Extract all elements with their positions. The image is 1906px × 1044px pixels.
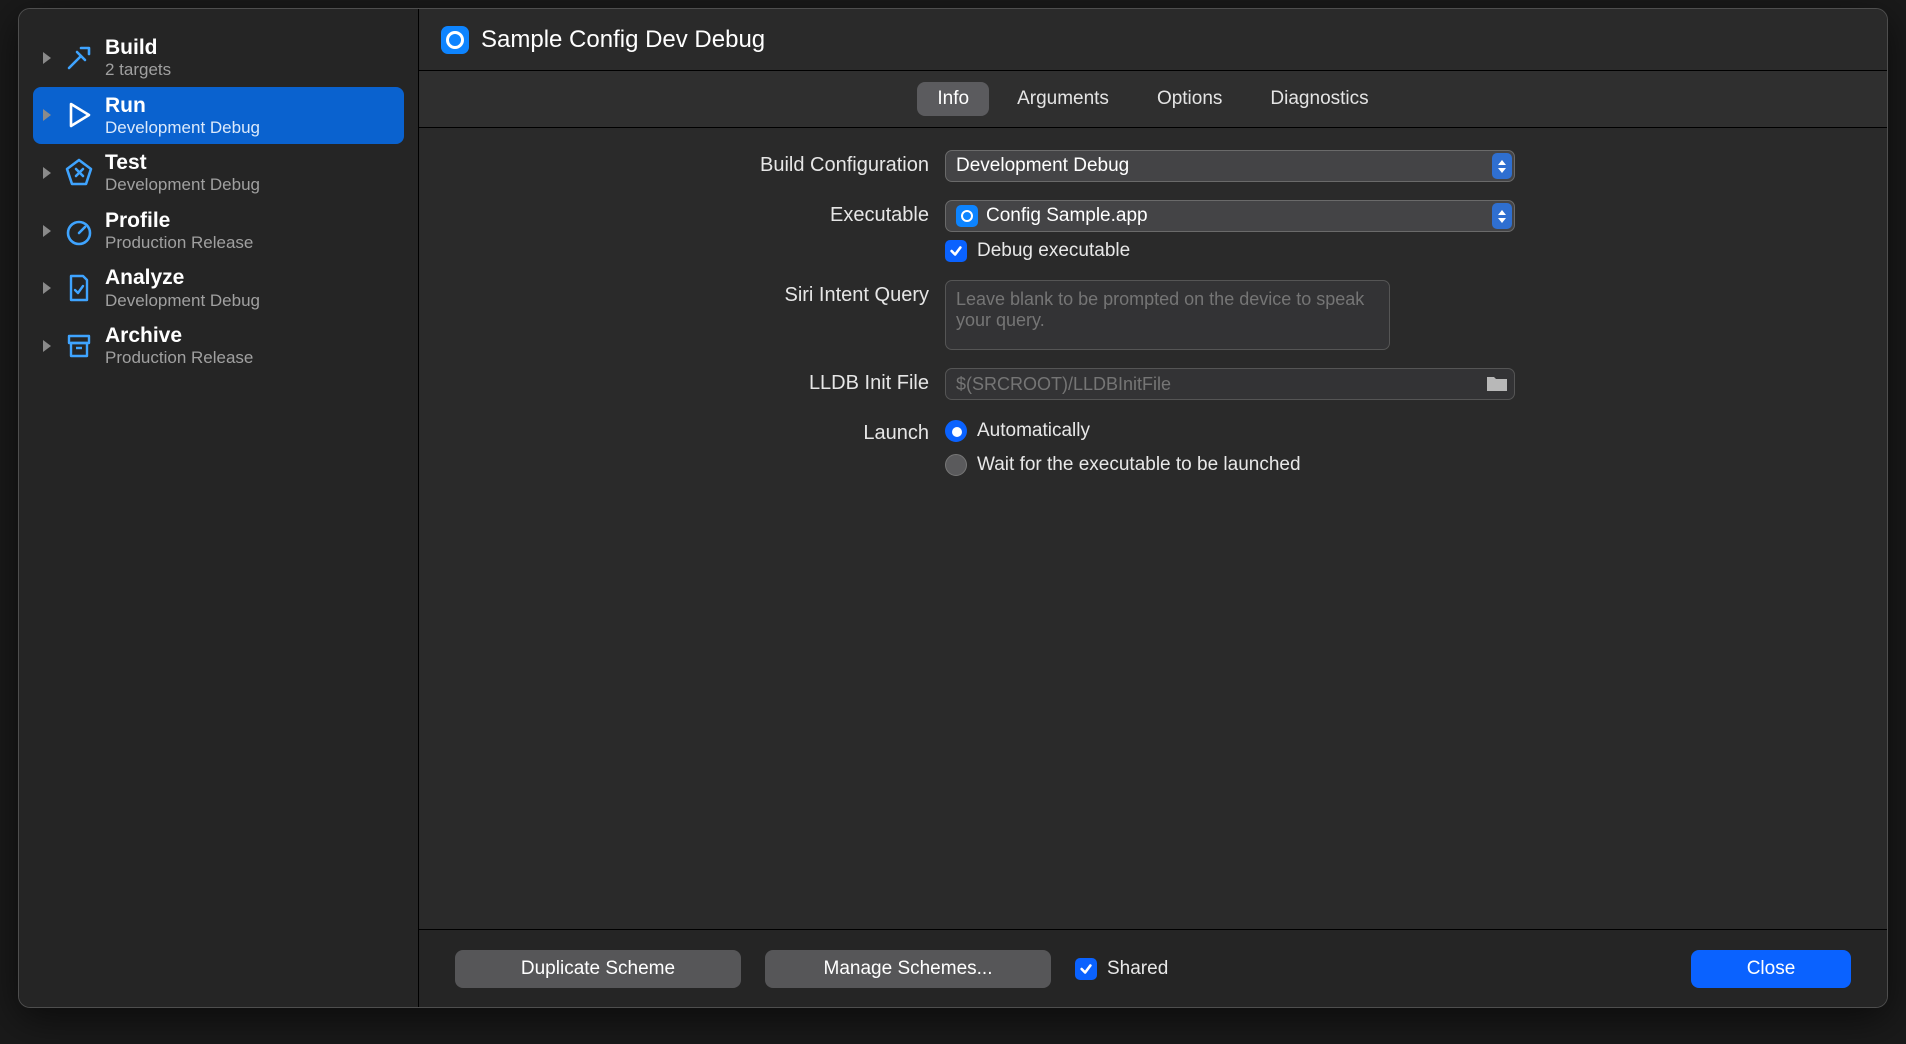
document-check-icon: [61, 270, 97, 306]
sidebar-item-run[interactable]: Run Development Debug: [33, 87, 404, 145]
manage-schemes-button[interactable]: Manage Schemes...: [765, 950, 1051, 988]
tab-bar: Info Arguments Options Diagnostics: [419, 71, 1887, 128]
scheme-editor-sheet: Build 2 targets Run Development Debug: [18, 8, 1888, 1008]
launch-label: Launch: [459, 418, 929, 445]
sidebar-item-profile[interactable]: Profile Production Release: [33, 202, 404, 260]
launch-automatically-label: Automatically: [977, 420, 1090, 442]
folder-icon[interactable]: [1485, 372, 1509, 394]
sidebar-item-sublabel: Production Release: [105, 348, 253, 368]
disclosure-icon[interactable]: [41, 167, 53, 179]
disclosure-icon[interactable]: [41, 52, 53, 64]
archive-box-icon: [61, 328, 97, 364]
app-target-icon: [956, 205, 978, 227]
build-configuration-label: Build Configuration: [459, 150, 929, 177]
sidebar-item-analyze[interactable]: Analyze Development Debug: [33, 259, 404, 317]
play-icon: [61, 97, 97, 133]
sheet-footer: Duplicate Scheme Manage Schemes... Share…: [419, 929, 1887, 1007]
sidebar-item-label: Test: [105, 150, 260, 175]
executable-value: Config Sample.app: [986, 205, 1148, 227]
scheme-title-bar: Sample Config Dev Debug: [419, 9, 1887, 71]
executable-popup[interactable]: Config Sample.app: [945, 200, 1515, 232]
close-button[interactable]: Close: [1691, 950, 1851, 988]
siri-intent-textarea[interactable]: [945, 280, 1390, 350]
main-panel: Sample Config Dev Debug Info Arguments O…: [419, 9, 1887, 1007]
hammer-icon: [61, 40, 97, 76]
siri-intent-label: Siri Intent Query: [459, 280, 929, 307]
sidebar-item-archive[interactable]: Archive Production Release: [33, 317, 404, 375]
scheme-name: Sample Config Dev Debug: [481, 26, 765, 54]
scheme-action-sidebar: Build 2 targets Run Development Debug: [19, 9, 419, 1007]
disclosure-icon[interactable]: [41, 340, 53, 352]
debug-executable-label: Debug executable: [977, 240, 1130, 262]
lldb-init-file-field[interactable]: [945, 368, 1515, 400]
chevron-up-down-icon: [1492, 203, 1512, 229]
app-target-icon: [441, 26, 469, 54]
lldb-init-label: LLDB Init File: [459, 368, 929, 395]
sidebar-item-sublabel: Development Debug: [105, 175, 260, 195]
shared-checkbox[interactable]: [1075, 958, 1097, 980]
sidebar-item-sublabel: 2 targets: [105, 60, 171, 80]
build-configuration-value: Development Debug: [956, 155, 1129, 177]
sidebar-item-sublabel: Development Debug: [105, 291, 260, 311]
build-configuration-popup[interactable]: Development Debug: [945, 150, 1515, 182]
sheet-body: Build 2 targets Run Development Debug: [19, 9, 1887, 1007]
gauge-icon: [61, 213, 97, 249]
wrench-icon: [61, 155, 97, 191]
sidebar-item-label: Archive: [105, 323, 253, 348]
disclosure-icon[interactable]: [41, 225, 53, 237]
disclosure-icon[interactable]: [41, 109, 53, 121]
info-form: Build Configuration Development Debug Ex…: [419, 128, 1887, 929]
launch-wait-label: Wait for the executable to be launched: [977, 454, 1301, 476]
tab-diagnostics[interactable]: Diagnostics: [1250, 82, 1388, 116]
launch-wait-radio[interactable]: [945, 454, 967, 476]
sidebar-item-sublabel: Development Debug: [105, 118, 260, 138]
executable-label: Executable: [459, 200, 929, 227]
sidebar-item-label: Run: [105, 93, 260, 118]
sidebar-item-sublabel: Production Release: [105, 233, 253, 253]
tab-options[interactable]: Options: [1137, 82, 1242, 116]
sidebar-item-test[interactable]: Test Development Debug: [33, 144, 404, 202]
shared-label: Shared: [1107, 958, 1168, 980]
sidebar-item-label: Analyze: [105, 265, 260, 290]
duplicate-scheme-button[interactable]: Duplicate Scheme: [455, 950, 741, 988]
chevron-up-down-icon: [1492, 153, 1512, 179]
debug-executable-checkbox[interactable]: [945, 240, 967, 262]
disclosure-icon[interactable]: [41, 282, 53, 294]
sidebar-item-label: Build: [105, 35, 171, 60]
launch-automatically-radio[interactable]: [945, 420, 967, 442]
sidebar-item-label: Profile: [105, 208, 253, 233]
tab-arguments[interactable]: Arguments: [997, 82, 1129, 116]
tab-info[interactable]: Info: [917, 82, 989, 116]
sidebar-item-build[interactable]: Build 2 targets: [33, 29, 404, 87]
